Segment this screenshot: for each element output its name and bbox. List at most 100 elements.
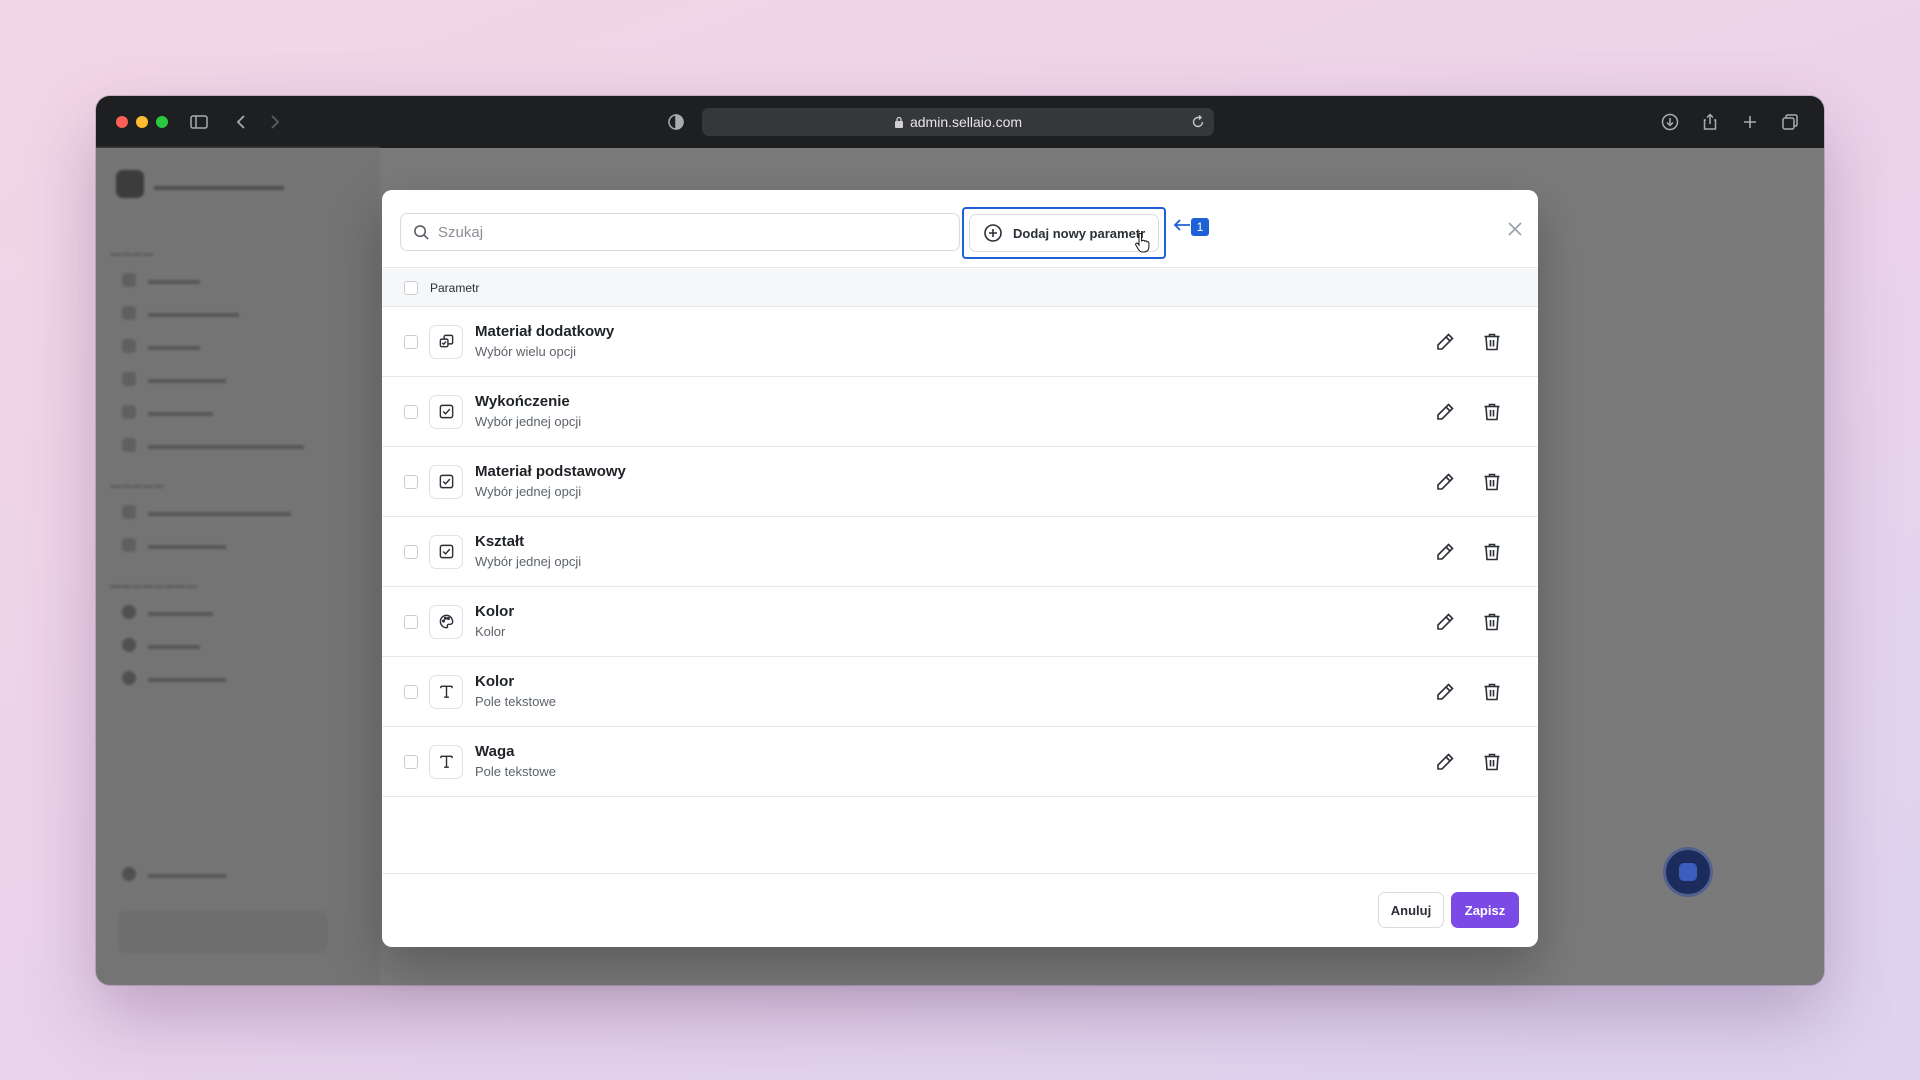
privacy-shield-icon[interactable] (666, 112, 686, 132)
parameter-type: Wybór jednej opcji (475, 413, 582, 429)
lock-icon (894, 116, 903, 128)
modal-footer: Anuluj Zapisz (382, 873, 1538, 947)
pointer-cursor-icon (1135, 233, 1150, 253)
row-checkbox[interactable] (404, 754, 418, 769)
sidebar-item: ▬▬▬▬ (122, 637, 200, 652)
parameter-type: Kolor (475, 623, 506, 639)
save-button[interactable]: Zapisz (1451, 892, 1519, 928)
sidebar-item: ▬▬▬▬ (122, 272, 200, 287)
row-checkbox[interactable] (404, 474, 418, 489)
parameter-type: Wybór jednej opcji (475, 553, 582, 569)
checkbox-icon (429, 534, 463, 569)
sidebar-item: ▬▬▬▬ (122, 338, 200, 353)
window-controls (116, 116, 168, 128)
sidebar-item: ▬▬▬▬▬▬▬ (122, 305, 239, 320)
share-icon[interactable] (1700, 112, 1720, 132)
parameter-type: Pole tekstowe (475, 693, 556, 709)
text-icon (429, 744, 463, 779)
parameter-type: Wybór jednej opcji (475, 483, 582, 499)
parameter-type: Pole tekstowe (475, 763, 556, 779)
chat-widget-button[interactable] (1666, 850, 1710, 894)
edit-pencil-icon[interactable] (1434, 541, 1456, 563)
row-checkbox[interactable] (404, 544, 418, 559)
app-logo (116, 170, 144, 198)
table-row: Kształt Wybór jednej opcji (382, 517, 1538, 587)
delete-trash-icon[interactable] (1481, 541, 1503, 563)
forward-icon[interactable] (264, 112, 284, 132)
table-row: Materiał dodatkowy Wybór wielu opcji (382, 307, 1538, 377)
sidebar-item: ▬▬▬▬▬▬ (122, 866, 226, 881)
search-input[interactable] (438, 223, 938, 241)
search-field[interactable] (400, 213, 960, 251)
sidebar-section: ▬▬▬▬▬ (110, 480, 165, 491)
new-tab-icon[interactable] (1740, 112, 1760, 132)
delete-trash-icon[interactable] (1481, 331, 1503, 353)
maximize-window-button[interactable] (156, 116, 168, 128)
table-row: Kolor Pole tekstowe (382, 657, 1538, 727)
add-parameter-button[interactable]: Dodaj nowy parametr (969, 214, 1159, 252)
browser-titlebar: admin.sellaio.com (96, 96, 1824, 148)
parameter-name: Waga (475, 742, 515, 760)
edit-pencil-icon[interactable] (1434, 331, 1456, 353)
parameter-name: Kolor (475, 602, 515, 620)
sidebar-toggle-icon[interactable] (189, 112, 209, 132)
delete-trash-icon[interactable] (1481, 611, 1503, 633)
tab-overview-icon[interactable] (1780, 112, 1800, 132)
checkbox-icon (429, 394, 463, 429)
checkbox-icon (429, 464, 463, 499)
close-icon[interactable] (1506, 220, 1524, 238)
delete-trash-icon[interactable] (1481, 751, 1503, 773)
edit-pencil-icon[interactable] (1434, 401, 1456, 423)
edit-pencil-icon[interactable] (1434, 471, 1456, 493)
row-checkbox[interactable] (404, 334, 418, 349)
arrow-left-icon (1173, 219, 1190, 231)
downloads-icon[interactable] (1660, 112, 1680, 132)
sidebar-item: ▬▬▬▬▬▬▬▬▬▬▬ (122, 504, 291, 519)
search-icon (414, 224, 429, 240)
parameter-name: Kolor (475, 672, 515, 690)
parameters-list: Materiał dodatkowy Wybór wielu opcji Wyk… (382, 307, 1538, 797)
edit-pencil-icon[interactable] (1434, 751, 1456, 773)
parameter-name: Wykończenie (475, 392, 570, 410)
plus-circle-icon (984, 224, 1002, 242)
sidebar-item: ▬▬▬▬▬▬▬▬▬▬▬▬ (122, 437, 304, 452)
user-menu (118, 910, 328, 954)
minimize-window-button[interactable] (136, 116, 148, 128)
table-row: Materiał podstawowy Wybór jednej opcji (382, 447, 1538, 517)
annotation-badge: 1 (1191, 218, 1209, 236)
reload-icon[interactable] (1190, 114, 1206, 130)
chat-icon (1679, 863, 1697, 881)
address-bar[interactable]: admin.sellaio.com (702, 108, 1214, 136)
sidebar-item: ▬▬▬▬▬ (122, 404, 213, 419)
sidebar-item: ▬▬▬▬▬ (122, 604, 213, 619)
close-window-button[interactable] (116, 116, 128, 128)
row-checkbox[interactable] (404, 684, 418, 699)
modal-header: Dodaj nowy parametr 1 (382, 190, 1538, 268)
delete-trash-icon[interactable] (1481, 471, 1503, 493)
table-row: Waga Pole tekstowe (382, 727, 1538, 797)
select-all-checkbox[interactable] (404, 280, 418, 295)
sidebar-section: ▬▬▬▬ (110, 248, 154, 259)
multi-select-icon (429, 324, 463, 359)
parameter-name: Materiał dodatkowy (475, 322, 615, 340)
add-parameter-label: Dodaj nowy parametr (1013, 225, 1146, 241)
sidebar-item: ▬▬▬▬▬▬ (122, 537, 226, 552)
sidebar-section: ▬▬▬▬▬▬▬▬ (110, 580, 198, 591)
sidebar-item: ▬▬▬▬▬▬ (122, 670, 226, 685)
table-row: Wykończenie Wybór jednej opcji (382, 377, 1538, 447)
parameters-modal: Dodaj nowy parametr 1 Parametr Materiał … (382, 190, 1538, 947)
text-icon (429, 674, 463, 709)
app-sidebar-blurred: ▬▬▬▬▬▬▬▬▬▬ ▬▬▬▬ ▬▬▬▬ ▬▬▬▬▬▬▬ ▬▬▬▬ ▬▬▬▬▬▬… (96, 148, 380, 985)
delete-trash-icon[interactable] (1481, 681, 1503, 703)
back-icon[interactable] (232, 112, 252, 132)
row-checkbox[interactable] (404, 614, 418, 629)
parameter-type: Wybór wielu opcji (475, 343, 577, 359)
delete-trash-icon[interactable] (1481, 401, 1503, 423)
edit-pencil-icon[interactable] (1434, 681, 1456, 703)
sidebar-item: ▬▬▬▬▬▬ (122, 371, 226, 386)
cancel-button[interactable]: Anuluj (1378, 892, 1444, 928)
background-toolbar-blurred (380, 148, 1824, 184)
row-checkbox[interactable] (404, 404, 418, 419)
parameter-name: Kształt (475, 532, 525, 550)
edit-pencil-icon[interactable] (1434, 611, 1456, 633)
